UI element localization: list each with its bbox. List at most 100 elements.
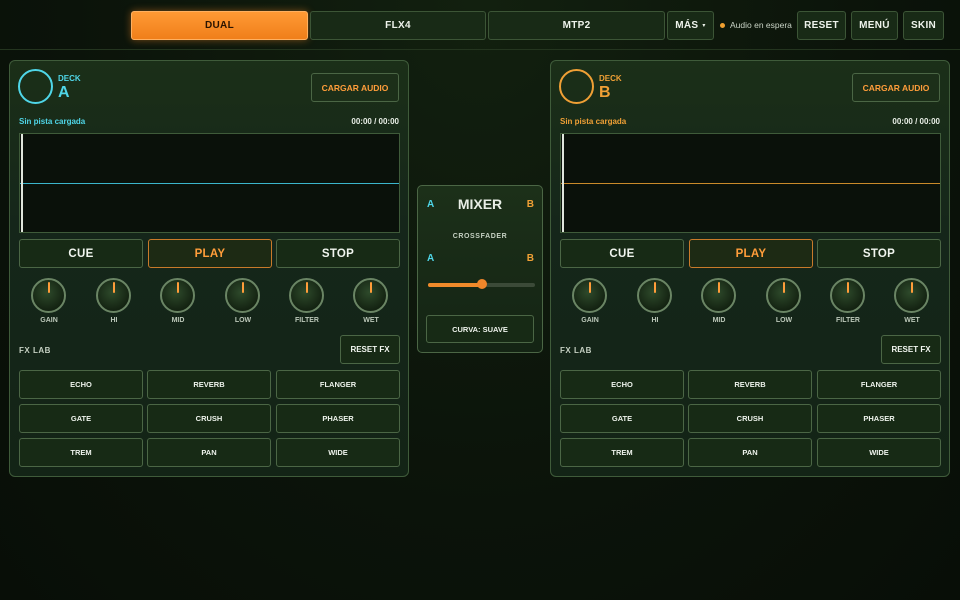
- track-name: Sin pista cargada: [19, 117, 86, 126]
- knob-gain[interactable]: GAIN: [570, 278, 610, 328]
- status-dot-icon: [720, 22, 725, 28]
- skin-button[interactable]: SKIN: [903, 11, 944, 40]
- curve-button[interactable]: CURVA: SUAVE: [426, 315, 534, 343]
- filter-knob[interactable]: [289, 278, 324, 313]
- fx-flanger-button[interactable]: FLANGER: [817, 370, 941, 399]
- cue-button[interactable]: CUE: [19, 239, 143, 268]
- track-time: 00:00 / 00:00: [892, 117, 940, 126]
- waveform[interactable]: [560, 133, 941, 233]
- audio-status: Audio en espera: [720, 18, 792, 32]
- deck-a-ring: [18, 69, 53, 104]
- track-time: 00:00 / 00:00: [351, 117, 399, 126]
- fx-flanger-button[interactable]: FLANGER: [276, 370, 400, 399]
- low-knob[interactable]: [225, 278, 260, 313]
- knob-gain[interactable]: GAIN: [29, 278, 69, 328]
- fx-wide-button[interactable]: WIDE: [276, 438, 400, 467]
- fx-reverb-button[interactable]: REVERB: [688, 370, 812, 399]
- knob-label: MID: [712, 317, 726, 324]
- crossfader-a-label: A: [427, 253, 435, 264]
- gain-knob[interactable]: [572, 278, 607, 313]
- deck-label: DECK: [599, 74, 622, 83]
- fx-crush-button[interactable]: CRUSH: [688, 404, 812, 433]
- wet-knob[interactable]: [353, 278, 388, 313]
- fx-wide-button[interactable]: WIDE: [817, 438, 941, 467]
- mid-knob[interactable]: [701, 278, 736, 313]
- low-knob[interactable]: [766, 278, 801, 313]
- knob-label: GAIN: [40, 317, 58, 324]
- fx-echo-button[interactable]: ECHO: [560, 370, 684, 399]
- playhead[interactable]: [21, 134, 23, 232]
- reset-fx-button[interactable]: RESET FX: [881, 335, 941, 364]
- load-audio-button[interactable]: CARGAR AUDIO: [311, 73, 399, 102]
- fx-crush-button[interactable]: CRUSH: [147, 404, 271, 433]
- knob-mid[interactable]: MID: [158, 278, 198, 328]
- status-text: Audio en espera: [730, 20, 792, 30]
- load-audio-button[interactable]: CARGAR AUDIO: [852, 73, 940, 102]
- knob-filter[interactable]: FILTER: [828, 278, 868, 328]
- gain-knob[interactable]: [31, 278, 66, 313]
- crossfader-slider[interactable]: [428, 279, 535, 289]
- knob-label: LOW: [775, 317, 793, 324]
- cue-button[interactable]: CUE: [560, 239, 684, 268]
- mixer-title: MIXER: [457, 196, 503, 212]
- filter-knob[interactable]: [830, 278, 865, 313]
- fx-pan-button[interactable]: PAN: [688, 438, 812, 467]
- fx-trem-button[interactable]: TREM: [560, 438, 684, 467]
- knob-wet[interactable]: WET: [892, 278, 932, 328]
- crossfader-fill: [428, 283, 482, 287]
- knob-label: LOW: [234, 317, 252, 324]
- deck-b: DECK B CARGAR AUDIO Sin pista cargada 00…: [550, 60, 950, 477]
- play-button[interactable]: PLAY: [148, 239, 272, 268]
- fx-lab-title: FX LAB: [19, 346, 51, 355]
- more-button[interactable]: MÁS ▾: [667, 11, 714, 40]
- fx-trem-button[interactable]: TREM: [19, 438, 143, 467]
- mid-knob[interactable]: [160, 278, 195, 313]
- deck-a: DECK A CARGAR AUDIO Sin pista cargada 00…: [9, 60, 409, 477]
- playhead[interactable]: [562, 134, 564, 232]
- play-button[interactable]: PLAY: [689, 239, 813, 268]
- more-label: MÁS: [675, 20, 699, 31]
- knob-label: WET: [363, 317, 379, 324]
- fx-gate-button[interactable]: GATE: [560, 404, 684, 433]
- knob-hi[interactable]: HI: [94, 278, 134, 328]
- hi-knob[interactable]: [96, 278, 131, 313]
- fx-reverb-button[interactable]: REVERB: [147, 370, 271, 399]
- fx-echo-button[interactable]: ECHO: [19, 370, 143, 399]
- fx-phaser-button[interactable]: PHASER: [817, 404, 941, 433]
- knob-label: WET: [904, 317, 920, 324]
- tab-mtp2[interactable]: MTP2: [488, 11, 665, 40]
- knob-hi[interactable]: HI: [635, 278, 675, 328]
- knob-mid[interactable]: MID: [699, 278, 739, 328]
- hi-knob[interactable]: [637, 278, 672, 313]
- mixer-panel: A MIXER B CROSSFADER A B CURVA: SUAVE: [417, 185, 543, 353]
- waveform[interactable]: [19, 133, 400, 233]
- tab-flx4[interactable]: FLX4: [310, 11, 486, 40]
- stop-button[interactable]: STOP: [817, 239, 941, 268]
- tab-dual[interactable]: DUAL: [131, 11, 308, 40]
- knob-low[interactable]: LOW: [223, 278, 263, 328]
- menu-button[interactable]: MENÚ: [851, 11, 898, 40]
- reset-button[interactable]: RESET: [797, 11, 846, 40]
- top-bar: DUAL FLX4 MTP2 MÁS ▾ Audio en espera RES…: [0, 0, 960, 50]
- knob-wet[interactable]: WET: [351, 278, 391, 328]
- knob-label: HI: [110, 317, 118, 324]
- deck-label: DECK: [58, 74, 81, 83]
- knob-label: HI: [651, 317, 659, 324]
- knob-label: GAIN: [581, 317, 599, 324]
- crossfader-label: CROSSFADER: [452, 233, 508, 240]
- stop-button[interactable]: STOP: [276, 239, 400, 268]
- waveform-line: [561, 183, 940, 184]
- crossfader-b-label: B: [526, 253, 534, 264]
- deck-letter: A: [58, 84, 70, 101]
- fx-phaser-button[interactable]: PHASER: [276, 404, 400, 433]
- waveform-line: [20, 183, 399, 184]
- crossfader-thumb[interactable]: [476, 279, 487, 289]
- wet-knob[interactable]: [894, 278, 929, 313]
- fx-gate-button[interactable]: GATE: [19, 404, 143, 433]
- fx-pan-button[interactable]: PAN: [147, 438, 271, 467]
- track-name: Sin pista cargada: [560, 117, 627, 126]
- knob-filter[interactable]: FILTER: [287, 278, 327, 328]
- reset-fx-button[interactable]: RESET FX: [340, 335, 400, 364]
- knob-low[interactable]: LOW: [764, 278, 804, 328]
- knob-label: MID: [171, 317, 185, 324]
